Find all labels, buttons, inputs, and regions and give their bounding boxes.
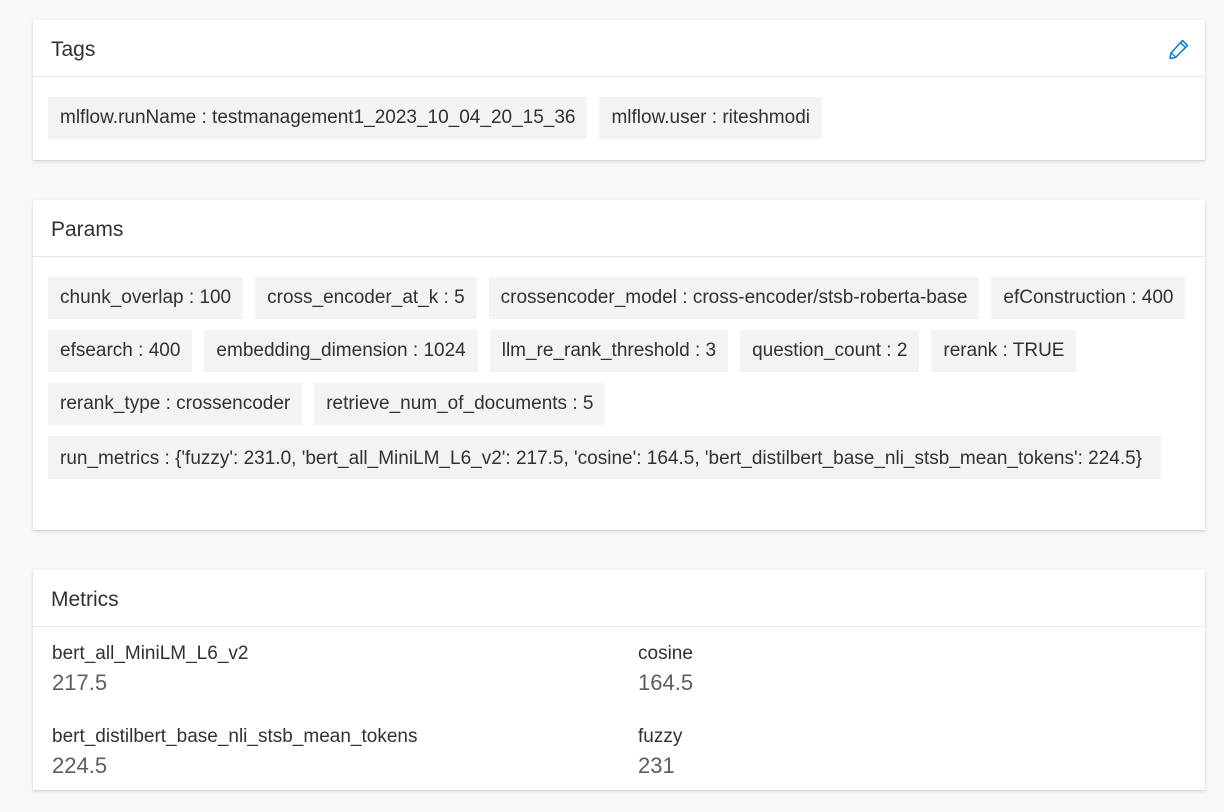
metric-item: bert_all_MiniLM_L6_v2 217.5 (52, 642, 572, 697)
param-chip: rerank : TRUE (931, 330, 1077, 372)
param-chip: efsearch : 400 (48, 330, 193, 372)
params-title: Params (51, 218, 124, 241)
metric-value: 231 (638, 753, 675, 778)
edit-tags-button[interactable] (1165, 35, 1193, 63)
tags-card: Tags mlflow.runName : testmanagement1_20… (33, 20, 1205, 160)
param-chip: chunk_overlap : 100 (48, 277, 244, 319)
params-list: chunk_overlap : 100 cross_encoder_at_k :… (33, 257, 1205, 499)
metric-name: bert_all_MiniLM_L6_v2 (52, 643, 249, 664)
params-card: Params chunk_overlap : 100 cross_encoder… (33, 200, 1205, 530)
param-chip: retrieve_num_of_documents : 5 (314, 383, 606, 425)
metric-item: fuzzy 231 (638, 725, 1158, 780)
param-chip: rerank_type : crossencoder (48, 383, 303, 425)
metrics-header: Metrics (33, 570, 1205, 627)
params-header: Params (33, 200, 1205, 257)
tags-list: mlflow.runName : testmanagement1_2023_10… (33, 77, 1205, 159)
metric-value: 224.5 (52, 753, 108, 778)
param-chip: crossencoder_model : cross-encoder/stsb-… (488, 277, 980, 319)
tags-title: Tags (51, 38, 96, 61)
metric-name: bert_distilbert_base_nli_stsb_mean_token… (52, 726, 418, 747)
metric-value: 217.5 (52, 670, 108, 695)
param-chip: question_count : 2 (740, 330, 920, 372)
metric-value: 164.5 (638, 670, 694, 695)
metrics-card: Metrics bert_all_MiniLM_L6_v2 217.5 cosi… (33, 570, 1205, 790)
metric-name: fuzzy (638, 726, 683, 747)
param-chip: llm_re_rank_threshold : 3 (489, 330, 729, 372)
param-chip: cross_encoder_at_k : 5 (255, 277, 477, 319)
param-chip: embedding_dimension : 1024 (204, 330, 478, 372)
pencil-icon (1169, 39, 1189, 60)
metric-item: bert_distilbert_base_nli_stsb_mean_token… (52, 725, 572, 780)
param-chip: efConstruction : 400 (991, 277, 1186, 319)
metric-item: cosine 164.5 (638, 642, 1158, 697)
metrics-title: Metrics (51, 588, 119, 611)
param-chip: run_metrics : {'fuzzy': 231.0, 'bert_all… (48, 436, 1161, 479)
tags-header: Tags (33, 20, 1205, 77)
tag-chip: mlflow.runName : testmanagement1_2023_10… (48, 97, 588, 139)
metric-name: cosine (638, 643, 693, 664)
tag-chip: mlflow.user : riteshmodi (599, 97, 822, 139)
